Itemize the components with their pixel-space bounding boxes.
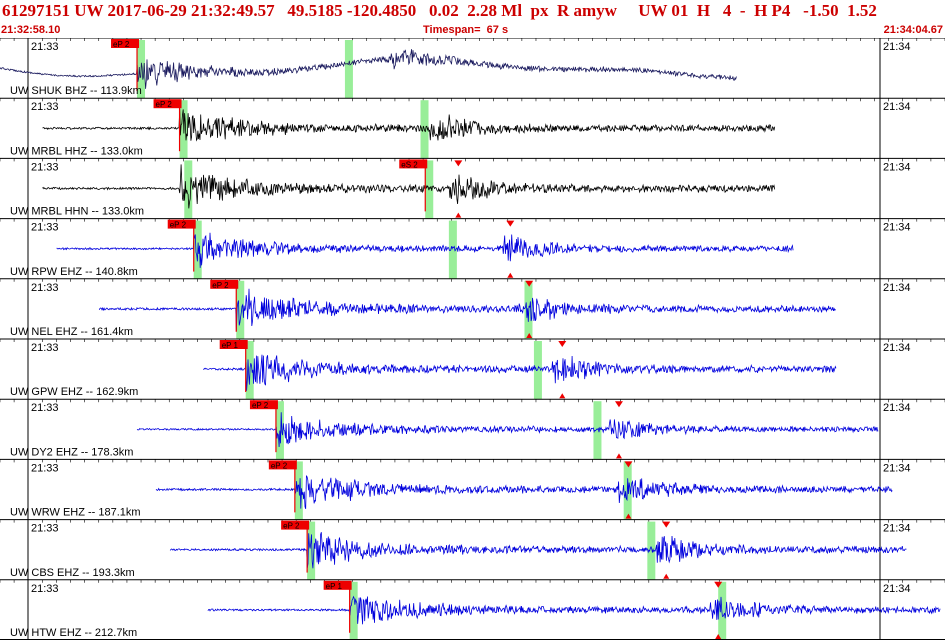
arrival-marker-top — [662, 521, 671, 528]
arrival-marker-bottom — [507, 272, 514, 278]
pick-window-primary — [349, 581, 358, 640]
time-label-right: 21:34 — [883, 583, 911, 595]
waveform-trace — [203, 354, 837, 391]
time-label-right: 21:34 — [883, 402, 911, 414]
waveform-trace — [155, 474, 893, 510]
window-end-time: 21:34:04.67 — [883, 24, 943, 36]
event-header: 61297151 UW 2017-06-29 21:32:49.57 49.51… — [0, 0, 945, 38]
time-label-right: 21:34 — [883, 222, 911, 234]
pick-label: eP 2 — [212, 281, 229, 290]
arrival-marker-top — [614, 401, 623, 408]
time-label-right: 21:34 — [883, 282, 911, 294]
waveform-trace — [136, 412, 879, 448]
time-label-left: 21:33 — [31, 101, 59, 113]
arrival-marker-top — [558, 341, 567, 347]
time-label-left: 21:33 — [31, 222, 59, 234]
arrival-marker-bottom — [615, 453, 622, 459]
station-label: UW HTW EHZ -- 212.7km — [10, 627, 137, 639]
time-label-left: 21:33 — [31, 462, 59, 474]
waveform-trace — [42, 109, 776, 142]
pick-label: eS 2 — [401, 160, 418, 169]
pick-label: eP 2 — [156, 100, 173, 109]
time-label-left: 21:33 — [31, 41, 59, 53]
station-label: UW MRBL HHN -- 133.0km — [10, 206, 144, 218]
pick-window-secondary — [344, 40, 353, 99]
event-summary-line: 61297151 UW 2017-06-29 21:32:49.57 49.51… — [2, 1, 877, 20]
waveform-trace — [56, 232, 794, 268]
station-label: UW WRW EHZ -- 187.1km — [10, 507, 141, 519]
time-label-right: 21:34 — [883, 462, 911, 474]
pick-label: eP 2 — [283, 522, 300, 531]
time-label-right: 21:34 — [883, 161, 911, 173]
time-label-left: 21:33 — [31, 161, 59, 173]
pick-label: eP 2 — [271, 461, 288, 470]
time-label-right: 21:34 — [883, 523, 911, 535]
pick-label: eP 2 — [113, 40, 130, 49]
station-label: UW CBS EHZ -- 193.3km — [10, 567, 135, 579]
station-label: UW SHUK BHZ -- 113.9km — [10, 85, 142, 97]
time-label-left: 21:33 — [31, 342, 59, 354]
station-label: UW RPW EHZ -- 140.8km — [10, 266, 138, 278]
station-label: UW GPW EHZ -- 162.9km — [10, 386, 138, 398]
waveform-trace — [169, 532, 907, 569]
time-label-right: 21:34 — [883, 342, 911, 354]
waveform-trace — [42, 164, 776, 209]
arrival-marker-bottom — [559, 393, 566, 399]
station-label: UW DY2 EHZ -- 178.3km — [10, 446, 133, 458]
pick-label: eP 1 — [222, 341, 239, 350]
arrival-marker-top — [454, 160, 463, 167]
time-label-left: 21:33 — [31, 402, 59, 414]
arrival-marker-top — [506, 220, 515, 227]
station-label: UW NEL EHZ -- 161.4km — [10, 326, 133, 338]
arrival-marker-bottom — [663, 573, 670, 579]
timespan-label: Timespan= 67 s — [423, 24, 509, 36]
waveform-trace — [207, 595, 941, 625]
pick-label: eP 1 — [326, 582, 343, 591]
arrival-marker-bottom — [455, 212, 462, 218]
time-label-right: 21:34 — [883, 101, 911, 113]
time-label-right: 21:34 — [883, 41, 911, 53]
pick-label: eP 2 — [170, 221, 187, 230]
window-start-time: 21:32:58.10 — [1, 24, 61, 36]
time-label-left: 21:33 — [31, 583, 59, 595]
waveform-trace — [98, 288, 836, 331]
station-label: UW MRBL HHZ -- 133.0km — [10, 145, 143, 157]
pick-label: eP 2 — [252, 401, 269, 410]
waveform-trace — [0, 49, 737, 89]
seismogram-panel[interactable]: 21:33 21:34 eP 2 UW SHUK BHZ -- 113.9km 21:3… — [0, 38, 945, 640]
time-label-left: 21:33 — [31, 523, 59, 535]
time-label-left: 21:33 — [31, 282, 59, 294]
